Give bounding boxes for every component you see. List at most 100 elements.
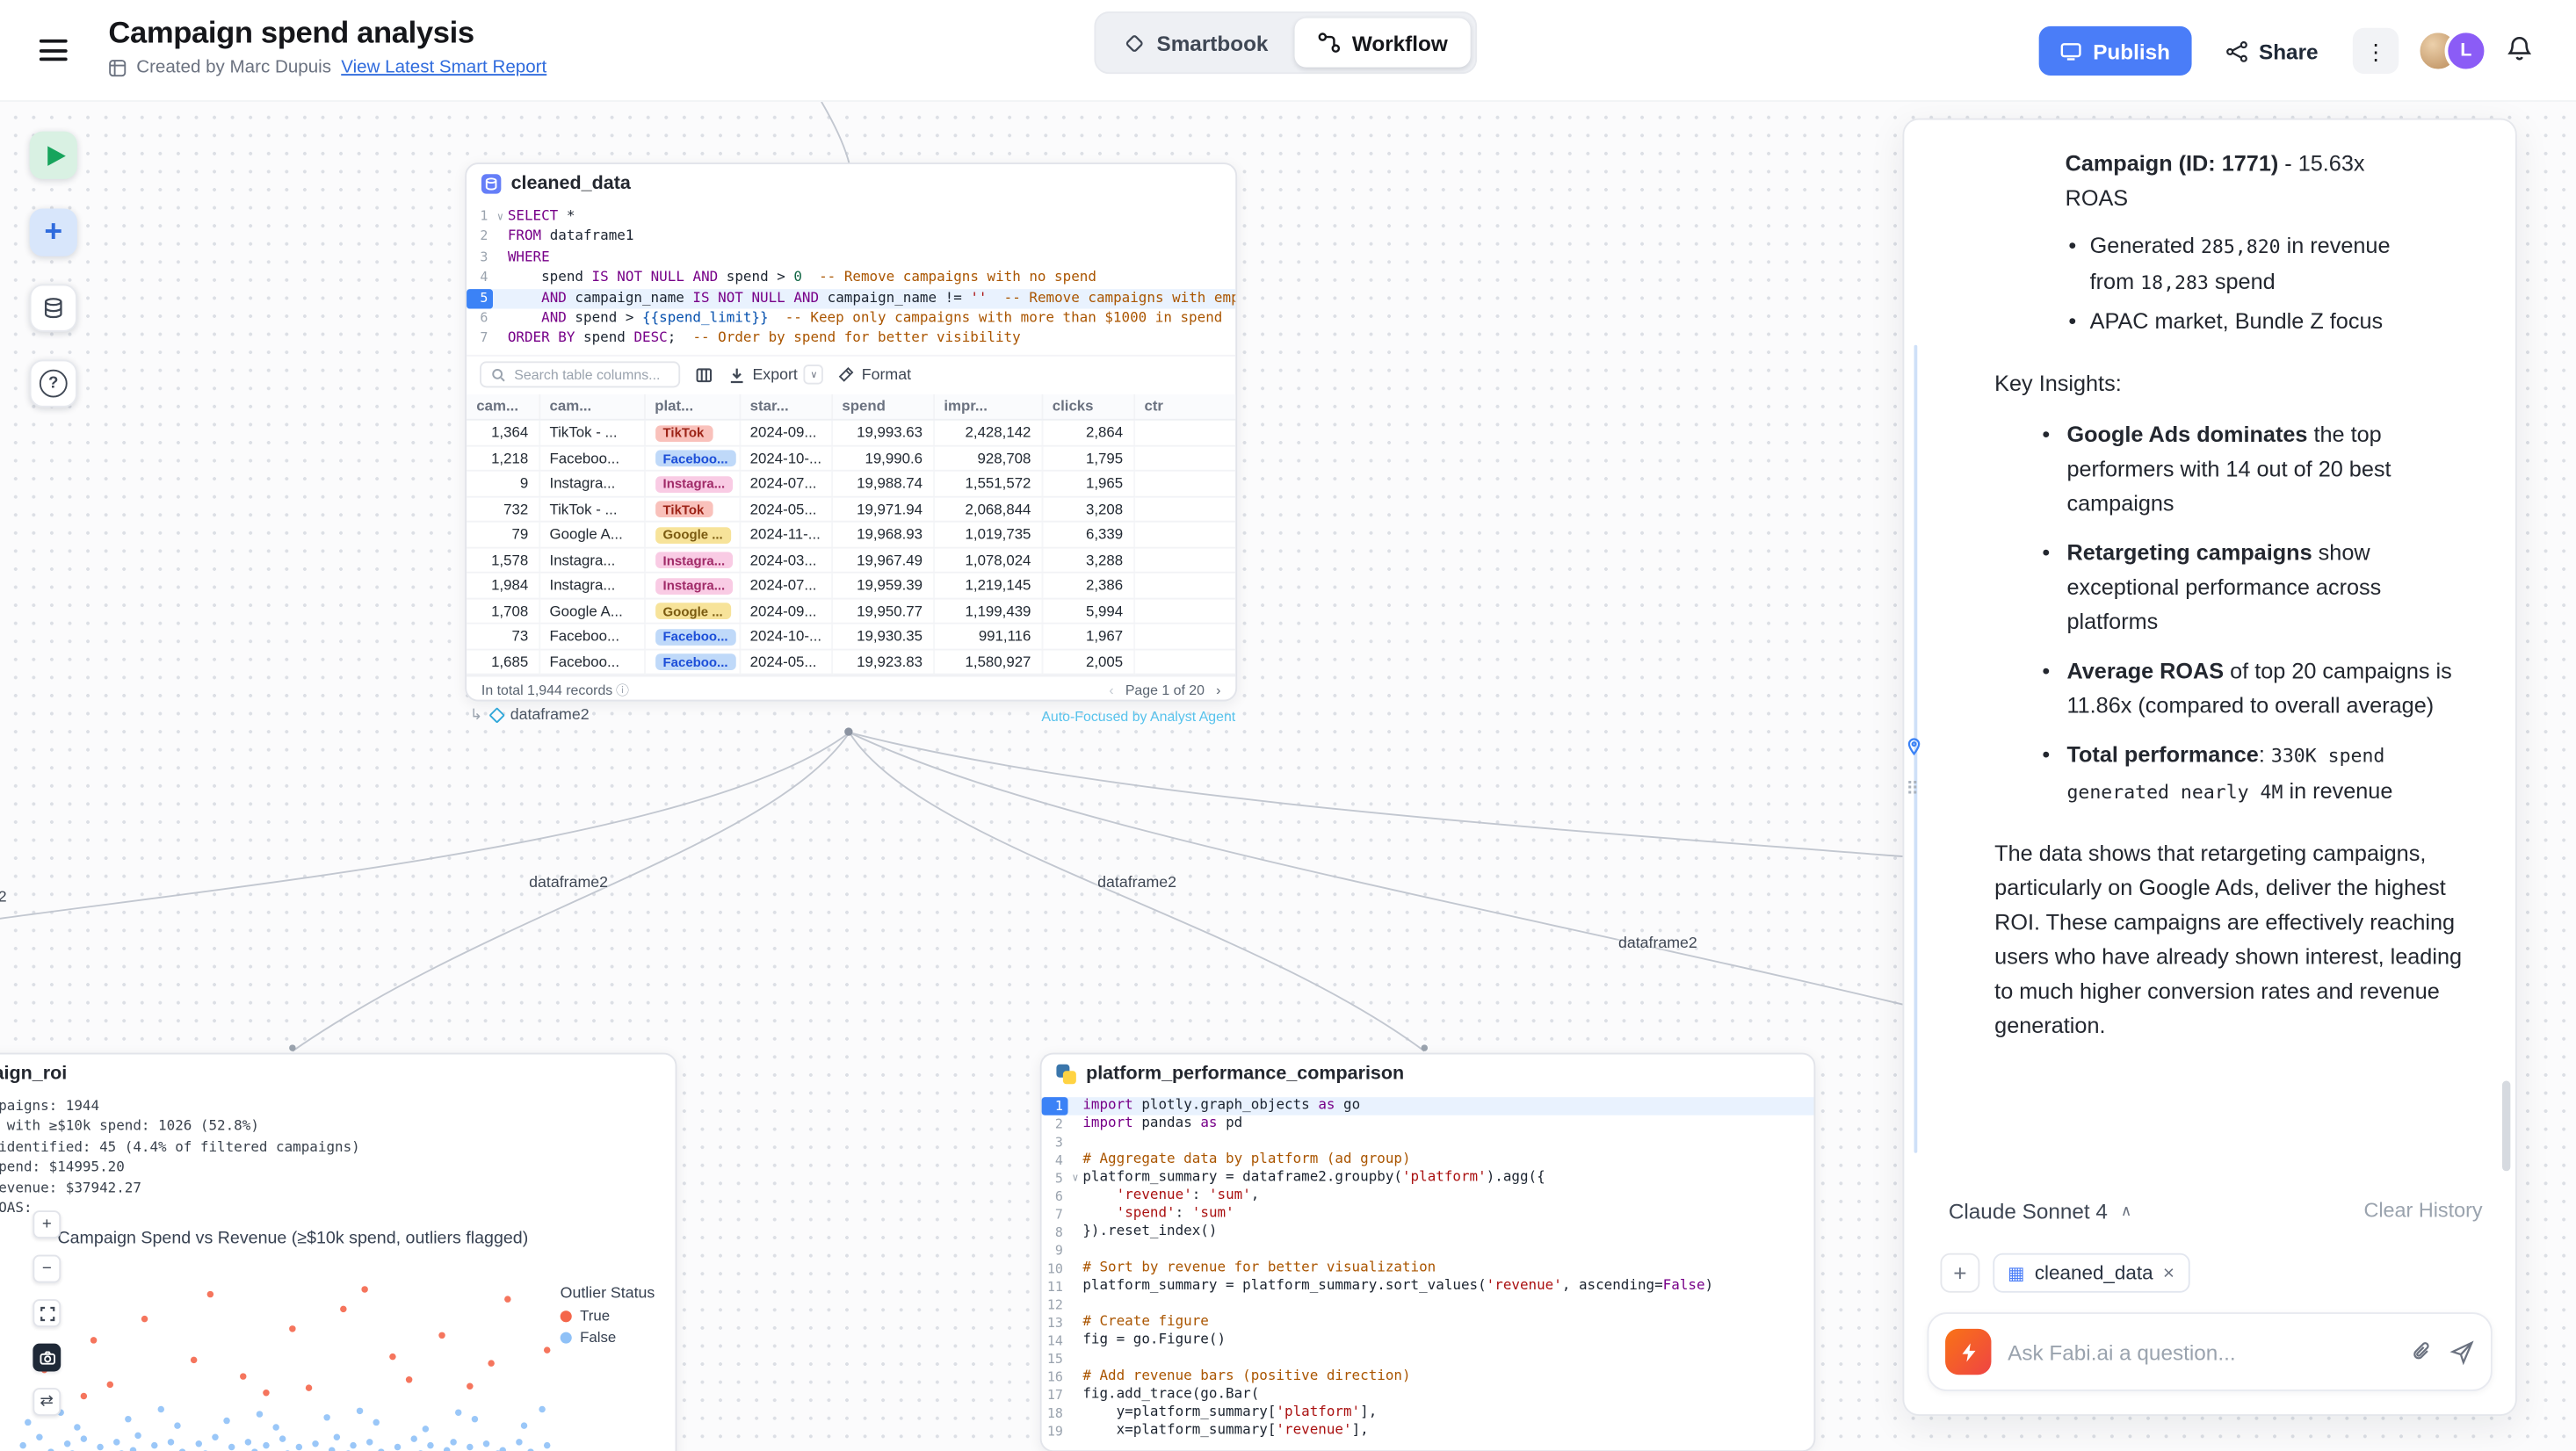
cell-start-date: 2024-05... <box>740 496 832 522</box>
stat-line: Average revenue: $37942.27 <box>0 1179 360 1199</box>
legend-dot <box>561 1310 572 1321</box>
shuffle-button[interactable]: ⇄ <box>33 1388 61 1416</box>
chevron-up-icon[interactable]: ∧ <box>2121 1202 2131 1220</box>
minus-icon: − <box>42 1260 52 1277</box>
prev-page-icon[interactable]: ‹ <box>1109 682 1113 698</box>
column-header[interactable]: star... <box>740 393 832 420</box>
clear-history-button[interactable]: Clear History <box>2363 1199 2482 1222</box>
code-line: 2import pandas as pd <box>1042 1115 1814 1134</box>
column-header[interactable]: clicks <box>1042 393 1134 420</box>
scatter-point <box>516 1438 522 1444</box>
info-icon[interactable]: ⓘ <box>616 682 629 700</box>
column-header[interactable]: impr... <box>933 393 1041 420</box>
table-row[interactable]: 9Instagra...Instagra...2024-07...19,988.… <box>467 471 1235 496</box>
cell-campaign-name: Instagra... <box>539 573 644 598</box>
send-button[interactable] <box>2449 1339 2474 1364</box>
column-header[interactable]: ctr <box>1133 393 1235 420</box>
next-page-icon[interactable]: › <box>1216 682 1220 698</box>
code-line: 18 y=platform_summary['platform'], <box>1042 1404 1814 1423</box>
shuffle-icon: ⇄ <box>40 1394 54 1411</box>
context-chip-cleaned-data[interactable]: ▦ cleaned_data × <box>1993 1253 2189 1293</box>
cell-spend: 19,990.6 <box>831 445 933 471</box>
table-row[interactable]: 79Google A...Google ...2024-11-...19,968… <box>467 522 1235 547</box>
export-dropdown[interactable]: ∨ <box>804 365 823 385</box>
scatter-plot[interactable] <box>8 1255 560 1451</box>
chat-bullet: Generated 285,820 in revenue from 18,283… <box>2066 228 2404 300</box>
table-row[interactable]: 1,218Faceboo...Faceboo...2024-10-...19,9… <box>467 445 1235 471</box>
zoom-in-button[interactable]: + <box>33 1210 61 1238</box>
tab-workflow[interactable]: Workflow <box>1294 18 1471 68</box>
close-icon[interactable]: × <box>2163 1261 2174 1284</box>
scatter-point <box>544 1346 550 1353</box>
zoom-out-button[interactable]: − <box>33 1255 61 1283</box>
table-row[interactable]: 1,984Instagra...Instagra...2024-07...19,… <box>467 573 1235 598</box>
table-row[interactable]: 73Faceboo...Faceboo...2024-10-...19,930.… <box>467 624 1235 649</box>
column-header[interactable]: plat... <box>644 393 739 420</box>
scatter-point <box>329 1447 335 1451</box>
code-line: 5 AND campaign_name IS NOT NULL AND camp… <box>467 288 1235 308</box>
columns-icon[interactable] <box>695 366 713 385</box>
scatter-point <box>467 1444 473 1450</box>
drag-handle-icon[interactable]: ⠿ <box>1906 782 1919 800</box>
edge-source-handle[interactable] <box>844 727 852 735</box>
scatter-point <box>196 1440 202 1447</box>
cell-impressions: 2,428,142 <box>933 420 1041 445</box>
menu-icon[interactable] <box>40 40 68 67</box>
scatter-point <box>36 1434 42 1440</box>
table-row[interactable]: 1,685Faceboo...Faceboo...2024-05...19,92… <box>467 649 1235 675</box>
legend-item[interactable]: False <box>561 1329 655 1346</box>
view-latest-report-link[interactable]: View Latest Smart Report <box>341 57 546 76</box>
cell-ctr <box>1133 522 1235 547</box>
table-row[interactable]: 1,708Google A...Google ...2024-09...19,9… <box>467 598 1235 624</box>
table-row[interactable]: 1,364TikTok - ...TikTok2024-09...19,993.… <box>467 420 1235 445</box>
panel-scrollbar[interactable] <box>2502 1080 2510 1171</box>
cell-ctr <box>1133 496 1235 522</box>
sql-code-editor[interactable]: 1∨SELECT *2FROM dataframe13WHERE4 spend … <box>467 204 1235 355</box>
node-campaign-roi[interactable]: campaign_roi Total campaigns: 1944Campai… <box>0 1053 677 1451</box>
export-button[interactable]: Export ∨ <box>727 365 823 385</box>
run-workflow-button[interactable] <box>30 132 77 179</box>
pin-icon[interactable] <box>1904 736 1923 766</box>
table-header-row[interactable]: cam...cam...plat...star...spendimpr...cl… <box>467 393 1235 420</box>
attach-button[interactable] <box>2410 1340 2433 1363</box>
python-code-editor[interactable]: 1import plotly.graph_objects as go2impor… <box>1042 1094 1814 1445</box>
table-row[interactable]: 1,578Instagra...Instagra...2024-03...19,… <box>467 547 1235 573</box>
table-search-input[interactable] <box>514 366 662 383</box>
notifications-button[interactable] <box>2502 32 2536 71</box>
fullscreen-button[interactable] <box>33 1299 61 1327</box>
scatter-point <box>107 1381 113 1387</box>
table-search[interactable] <box>480 362 680 388</box>
add-node-button[interactable]: + <box>30 208 77 256</box>
mode-toggle: Smartbook Workflow <box>1094 11 1477 74</box>
closing-paragraph: The data shows that retargeting campaign… <box>1994 836 2463 1043</box>
chat-input[interactable] <box>2008 1339 2393 1364</box>
format-button[interactable]: Format <box>839 366 911 385</box>
node-cleaned-data[interactable]: cleaned_data 1∨SELECT *2FROM dataframe13… <box>465 162 1237 701</box>
column-header[interactable]: cam... <box>539 393 644 420</box>
campaign-bullets: Generated 285,820 in revenue from 18,283… <box>2066 228 2404 338</box>
scatter-point <box>367 1438 373 1444</box>
table-row[interactable]: 732TikTok - ...TikTok2024-05...19,971.94… <box>467 496 1235 522</box>
column-header[interactable]: spend <box>831 393 933 420</box>
add-context-button[interactable]: + <box>1940 1253 1979 1293</box>
help-button[interactable]: ? <box>30 360 77 408</box>
legend-item[interactable]: True <box>561 1308 655 1325</box>
chat-composer[interactable] <box>1928 1312 2493 1391</box>
publish-button[interactable]: Publish <box>2038 26 2191 76</box>
format-icon <box>839 366 856 383</box>
output-port-label[interactable]: dataframe2 <box>510 706 590 725</box>
header-actions: Publish Share ⋮ L <box>2038 26 2536 76</box>
tab-smartbook[interactable]: Smartbook <box>1101 18 1292 68</box>
scatter-point <box>207 1291 213 1297</box>
more-options-button[interactable]: ⋮ <box>2353 28 2399 74</box>
share-button[interactable]: Share <box>2206 26 2338 76</box>
model-selector[interactable]: Claude Sonnet 4 <box>1949 1198 2108 1223</box>
node-platform-performance-comparison[interactable]: platform_performance_comparison 1import … <box>1040 1053 1816 1451</box>
code-line: 4 spend IS NOT NULL AND spend > 0 -- Rem… <box>467 268 1235 288</box>
cell-platform: Faceboo... <box>644 649 739 675</box>
cell-impressions: 1,219,145 <box>933 573 1041 598</box>
column-header[interactable]: cam... <box>467 393 539 420</box>
snapshot-button[interactable] <box>33 1344 61 1372</box>
avatar-initial[interactable]: L <box>2445 30 2488 73</box>
data-sources-button[interactable] <box>30 285 77 332</box>
